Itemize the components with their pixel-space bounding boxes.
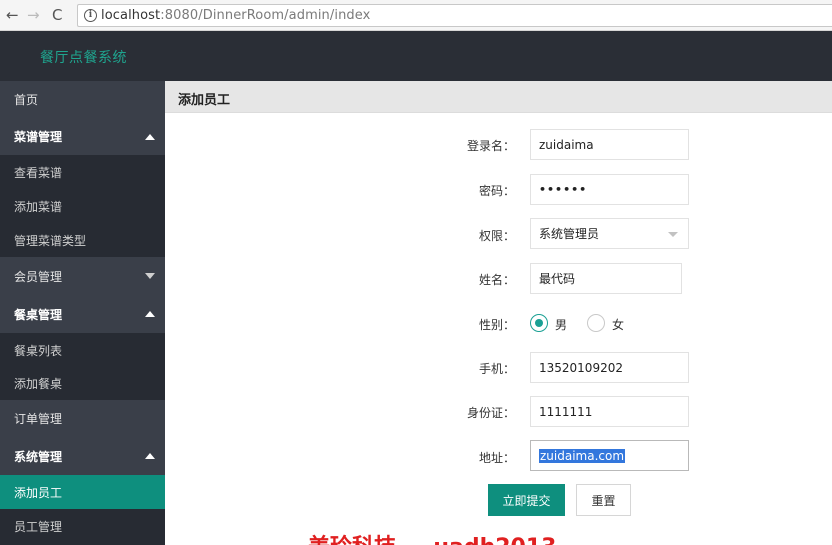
sidebar-item-menu-types[interactable]: 管理菜谱类型 (0, 223, 165, 257)
forward-arrow-icon[interactable]: → (27, 6, 40, 24)
sidebar-item-label: 员工管理 (14, 519, 63, 534)
url-path: :8080/DinnerRoom/admin/index (160, 8, 371, 23)
sidebar-group-members[interactable]: 会员管理 (0, 257, 165, 295)
sidebar-group-label: 餐桌管理 (14, 307, 63, 322)
sidebar-group-label: 菜谱管理 (14, 130, 63, 144)
sidebar: 首页 菜谱管理 查看菜谱 添加菜谱 管理菜谱类型 会员管理 餐桌管理 餐桌列表 … (0, 81, 165, 545)
page-title-bar: 添加员工 (165, 81, 832, 113)
reload-icon[interactable]: C (52, 6, 62, 24)
login-label: 登录名： (466, 139, 515, 153)
url-host: localhost (101, 8, 161, 23)
gender-male-radio[interactable] (530, 314, 548, 332)
role-label: 权限： (478, 229, 515, 243)
name-field[interactable]: 最代码 (530, 263, 682, 294)
name-value: 最代码 (539, 272, 576, 286)
caret-up-icon (145, 453, 155, 459)
login-value: zuidaima (539, 137, 594, 152)
submit-button[interactable]: 立即提交 (488, 484, 565, 516)
name-label: 姓名： (478, 273, 515, 287)
role-select[interactable]: 系统管理员 (530, 218, 689, 249)
gender-female-radio[interactable] (587, 314, 605, 332)
sidebar-group-label: 系统管理 (14, 449, 63, 464)
sidebar-item-add-menu[interactable]: 添加菜谱 (0, 189, 165, 223)
watermark-text: 美玲科技 … uadh2013 (308, 533, 556, 545)
back-arrow-icon[interactable]: ← (6, 6, 19, 24)
caret-down-icon (145, 273, 155, 279)
page-title: 添加员工 (178, 93, 231, 108)
address-field[interactable]: zuidaima.com (530, 440, 689, 471)
app-title: 餐厅点餐系统 (40, 50, 127, 66)
sidebar-item-view-menu[interactable]: 查看菜谱 (0, 155, 165, 189)
password-field[interactable]: •••••• (530, 174, 689, 205)
caret-up-icon (145, 133, 155, 140)
sidebar-item-label: 订单管理 (14, 412, 63, 426)
sidebar-item-manage-employees[interactable]: 员工管理 (0, 509, 165, 543)
reset-button[interactable]: 重置 (576, 484, 631, 516)
sidebar-item-add-table[interactable]: 添加餐桌 (0, 367, 165, 400)
id-card-label: 身份证： (466, 406, 515, 420)
sidebar-group-system[interactable]: 系统管理 (0, 437, 165, 475)
id-card-field[interactable]: 1111111 (530, 396, 689, 427)
sidebar-item-add-employee[interactable]: 添加员工 (0, 475, 165, 509)
sidebar-group-tables[interactable]: 餐桌管理 (0, 295, 165, 333)
address-value: zuidaima.com (539, 448, 626, 463)
password-value: •••••• (539, 183, 588, 196)
sidebar-item-orders[interactable]: 订单管理 (0, 400, 165, 437)
app-header: 餐厅点餐系统 (0, 31, 832, 81)
gender-male-label[interactable]: 男 (555, 316, 567, 333)
sidebar-item-label: 添加餐桌 (14, 377, 63, 391)
sidebar-item-label: 首页 (14, 93, 39, 107)
login-field[interactable]: zuidaima (530, 129, 689, 160)
gender-label: 性别： (478, 318, 515, 332)
employee-form: 登录名： zuidaima 密码： •••••• 权限： 系统管理员 姓名： 最… (165, 113, 832, 545)
address-bar[interactable]: i localhost:8080/DinnerRoom/admin/index (77, 4, 832, 27)
phone-value: 13520109202 (539, 360, 623, 375)
phone-field[interactable]: 13520109202 (530, 352, 689, 383)
sidebar-item-table-list[interactable]: 餐桌列表 (0, 333, 165, 367)
password-label: 密码： (478, 184, 515, 198)
gender-female-label[interactable]: 女 (612, 316, 624, 333)
sidebar-group-menu[interactable]: 菜谱管理 (0, 118, 165, 155)
browser-toolbar: ← → C i localhost:8080/DinnerRoom/admin/… (0, 0, 832, 31)
info-icon[interactable]: i (84, 9, 97, 22)
sidebar-item-label: 添加员工 (14, 485, 63, 500)
chevron-down-icon (668, 232, 678, 237)
address-label: 地址： (478, 451, 515, 465)
sidebar-item-label: 查看菜谱 (14, 165, 63, 180)
sidebar-item-label: 添加菜谱 (14, 199, 63, 214)
sidebar-group-label: 会员管理 (14, 269, 63, 284)
sidebar-item-label: 管理菜谱类型 (14, 233, 87, 248)
caret-up-icon (145, 311, 155, 317)
id-card-value: 1111111 (539, 404, 593, 419)
sidebar-item-home[interactable]: 首页 (0, 81, 165, 118)
role-value: 系统管理员 (539, 227, 600, 241)
phone-label: 手机： (478, 362, 515, 376)
sidebar-item-label: 餐桌列表 (14, 343, 63, 358)
url-text: localhost:8080/DinnerRoom/admin/index (101, 8, 370, 23)
